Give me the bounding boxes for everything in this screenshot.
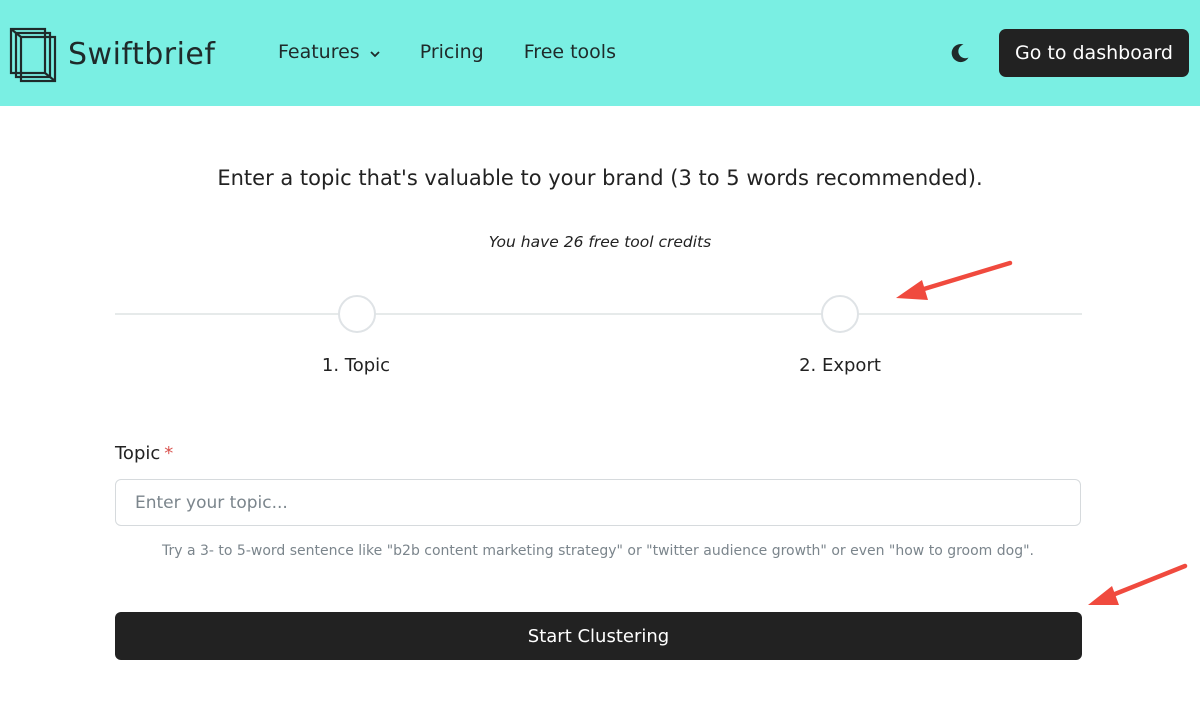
annotation-arrow-icon [896, 260, 1013, 300]
topic-hint: Try a 3- to 5-word sentence like "b2b co… [162, 543, 1034, 559]
nav-features[interactable]: Features [278, 41, 380, 63]
credits-text: You have 26 free tool credits [488, 233, 712, 251]
moon-icon[interactable] [947, 40, 973, 66]
page-headline: Enter a topic that's valuable to your br… [217, 166, 983, 190]
nav-free-tools[interactable]: Free tools [524, 41, 616, 63]
step-1-label: 1. Topic [321, 355, 391, 376]
required-marker: * [164, 443, 174, 464]
main-nav: Features Pricing Free tools [278, 41, 656, 63]
nav-pricing[interactable]: Pricing [420, 41, 484, 63]
nav-pricing-label: Pricing [419, 41, 484, 63]
step-1-circle [338, 295, 376, 333]
topic-input[interactable] [115, 479, 1081, 526]
top-navbar: Swiftbrief Features Pricing Free tools G… [0, 0, 1200, 106]
go-to-dashboard-button[interactable]: Go to dashboard [999, 29, 1189, 77]
chevron-down-icon [370, 41, 380, 63]
topic-label: Topic * [115, 443, 173, 464]
nav-features-label: Features [278, 41, 360, 63]
annotation-arrow-icon [1088, 563, 1188, 605]
brand-logo[interactable]: Swiftbrief [8, 24, 238, 84]
start-clustering-button[interactable]: Start Clustering [115, 612, 1082, 660]
topic-label-text: Topic [115, 443, 161, 464]
step-2-label: 2. Export [799, 355, 881, 376]
step-2-circle [821, 295, 859, 333]
logo-icon [9, 27, 57, 83]
stepper-track [115, 313, 1082, 315]
nav-free-tools-label: Free tools [523, 41, 616, 63]
brand-name: Swiftbrief [68, 36, 216, 72]
